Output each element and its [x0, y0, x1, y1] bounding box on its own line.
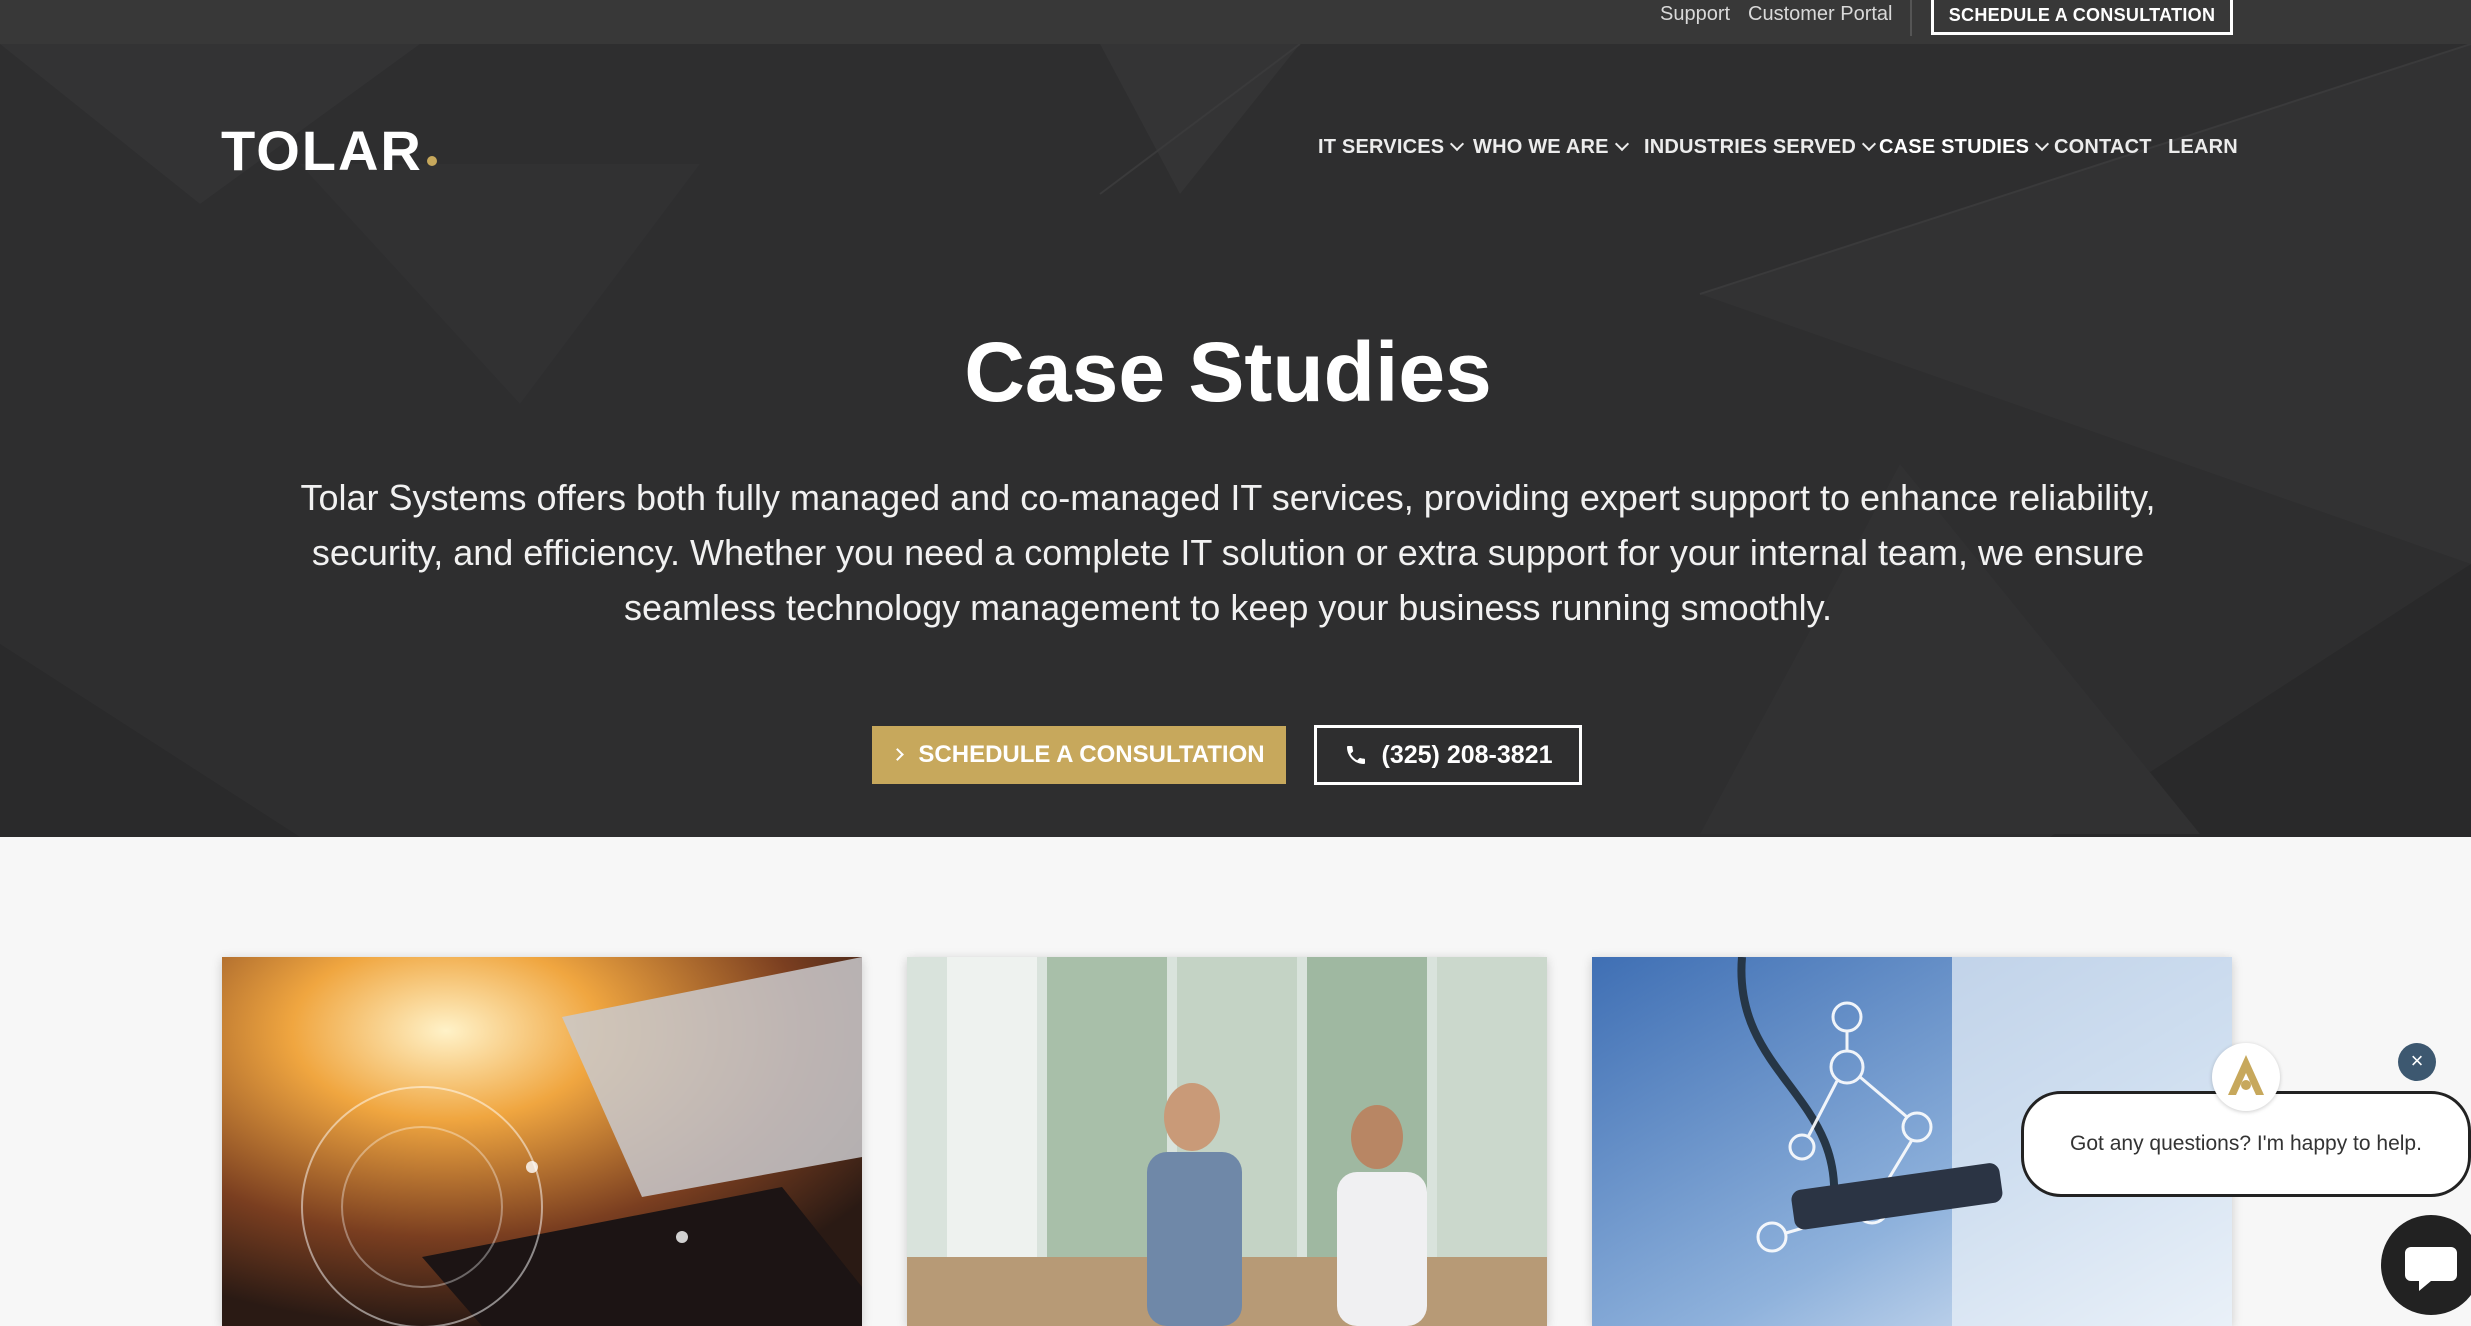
nav-label: INDUSTRIES SERVED: [1644, 136, 1856, 158]
chat-icon: [2405, 1247, 2457, 1291]
nav-label: WHO WE ARE: [1473, 136, 1609, 158]
hero-description: Tolar Systems offers both fully managed …: [300, 477, 2156, 628]
laptop-tablet-image: [222, 957, 862, 1326]
phone-icon: [1346, 746, 1365, 764]
nav-it-services[interactable]: IT SERVICES: [1318, 136, 1465, 164]
tolar-logo[interactable]: TOLAR: [221, 126, 526, 174]
nav-case-studies[interactable]: CASE STUDIES: [1879, 136, 2050, 164]
schedule-consultation-button[interactable]: SCHEDULE A CONSULTATION: [872, 726, 1286, 784]
nav-industries-served[interactable]: INDUSTRIES SERVED: [1644, 136, 1877, 164]
nav-label: CONTACT: [2054, 136, 2152, 158]
phone-button[interactable]: (325) 208-3821: [1314, 725, 1582, 785]
chevron-right-icon: [891, 748, 905, 761]
schedule-consultation-top-button[interactable]: SCHEDULE A CONSULTATION: [1931, 0, 2233, 35]
nav-label: CASE STUDIES: [1879, 136, 2030, 158]
chevron-down-icon: [2035, 136, 2050, 152]
page-title: Case Studies: [964, 325, 1492, 419]
chevron-down-icon: [1861, 136, 1877, 152]
chat-launcher-button[interactable]: [2381, 1215, 2471, 1315]
support-link[interactable]: Support: [1660, 0, 1730, 28]
nav-contact[interactable]: CONTACT: [2054, 136, 2152, 164]
nav-label: IT SERVICES: [1318, 136, 1445, 158]
customer-portal-link[interactable]: Customer Portal: [1748, 0, 1893, 28]
office-meeting-image: [907, 957, 1547, 1326]
hero-section: TOLAR IT SERVICES WHO WE ARE INDUSTRIES …: [0, 44, 2471, 837]
phone-number: (325) 208-3821: [1381, 741, 1553, 769]
case-study-card-technology[interactable]: [222, 957, 862, 1326]
utility-bar: Support Customer Portal SCHEDULE A CONSU…: [0, 0, 2471, 44]
tolar-logo-icon: [2216, 1047, 2276, 1107]
chevron-down-icon: [1450, 136, 1465, 152]
button-label: SCHEDULE A CONSULTATION: [918, 741, 1265, 768]
nav-who-we-are[interactable]: WHO WE ARE: [1473, 136, 1629, 164]
case-study-card-office[interactable]: [907, 957, 1547, 1326]
chat-close-button[interactable]: ×: [2398, 1043, 2436, 1081]
nav-label: LEARN: [2168, 136, 2238, 158]
chevron-down-icon: [1614, 136, 1629, 152]
chat-avatar: [2212, 1043, 2280, 1111]
utility-divider: [1910, 0, 1912, 36]
nav-learn[interactable]: LEARN: [2168, 136, 2238, 164]
svg-text:TOLAR: TOLAR: [221, 126, 423, 174]
